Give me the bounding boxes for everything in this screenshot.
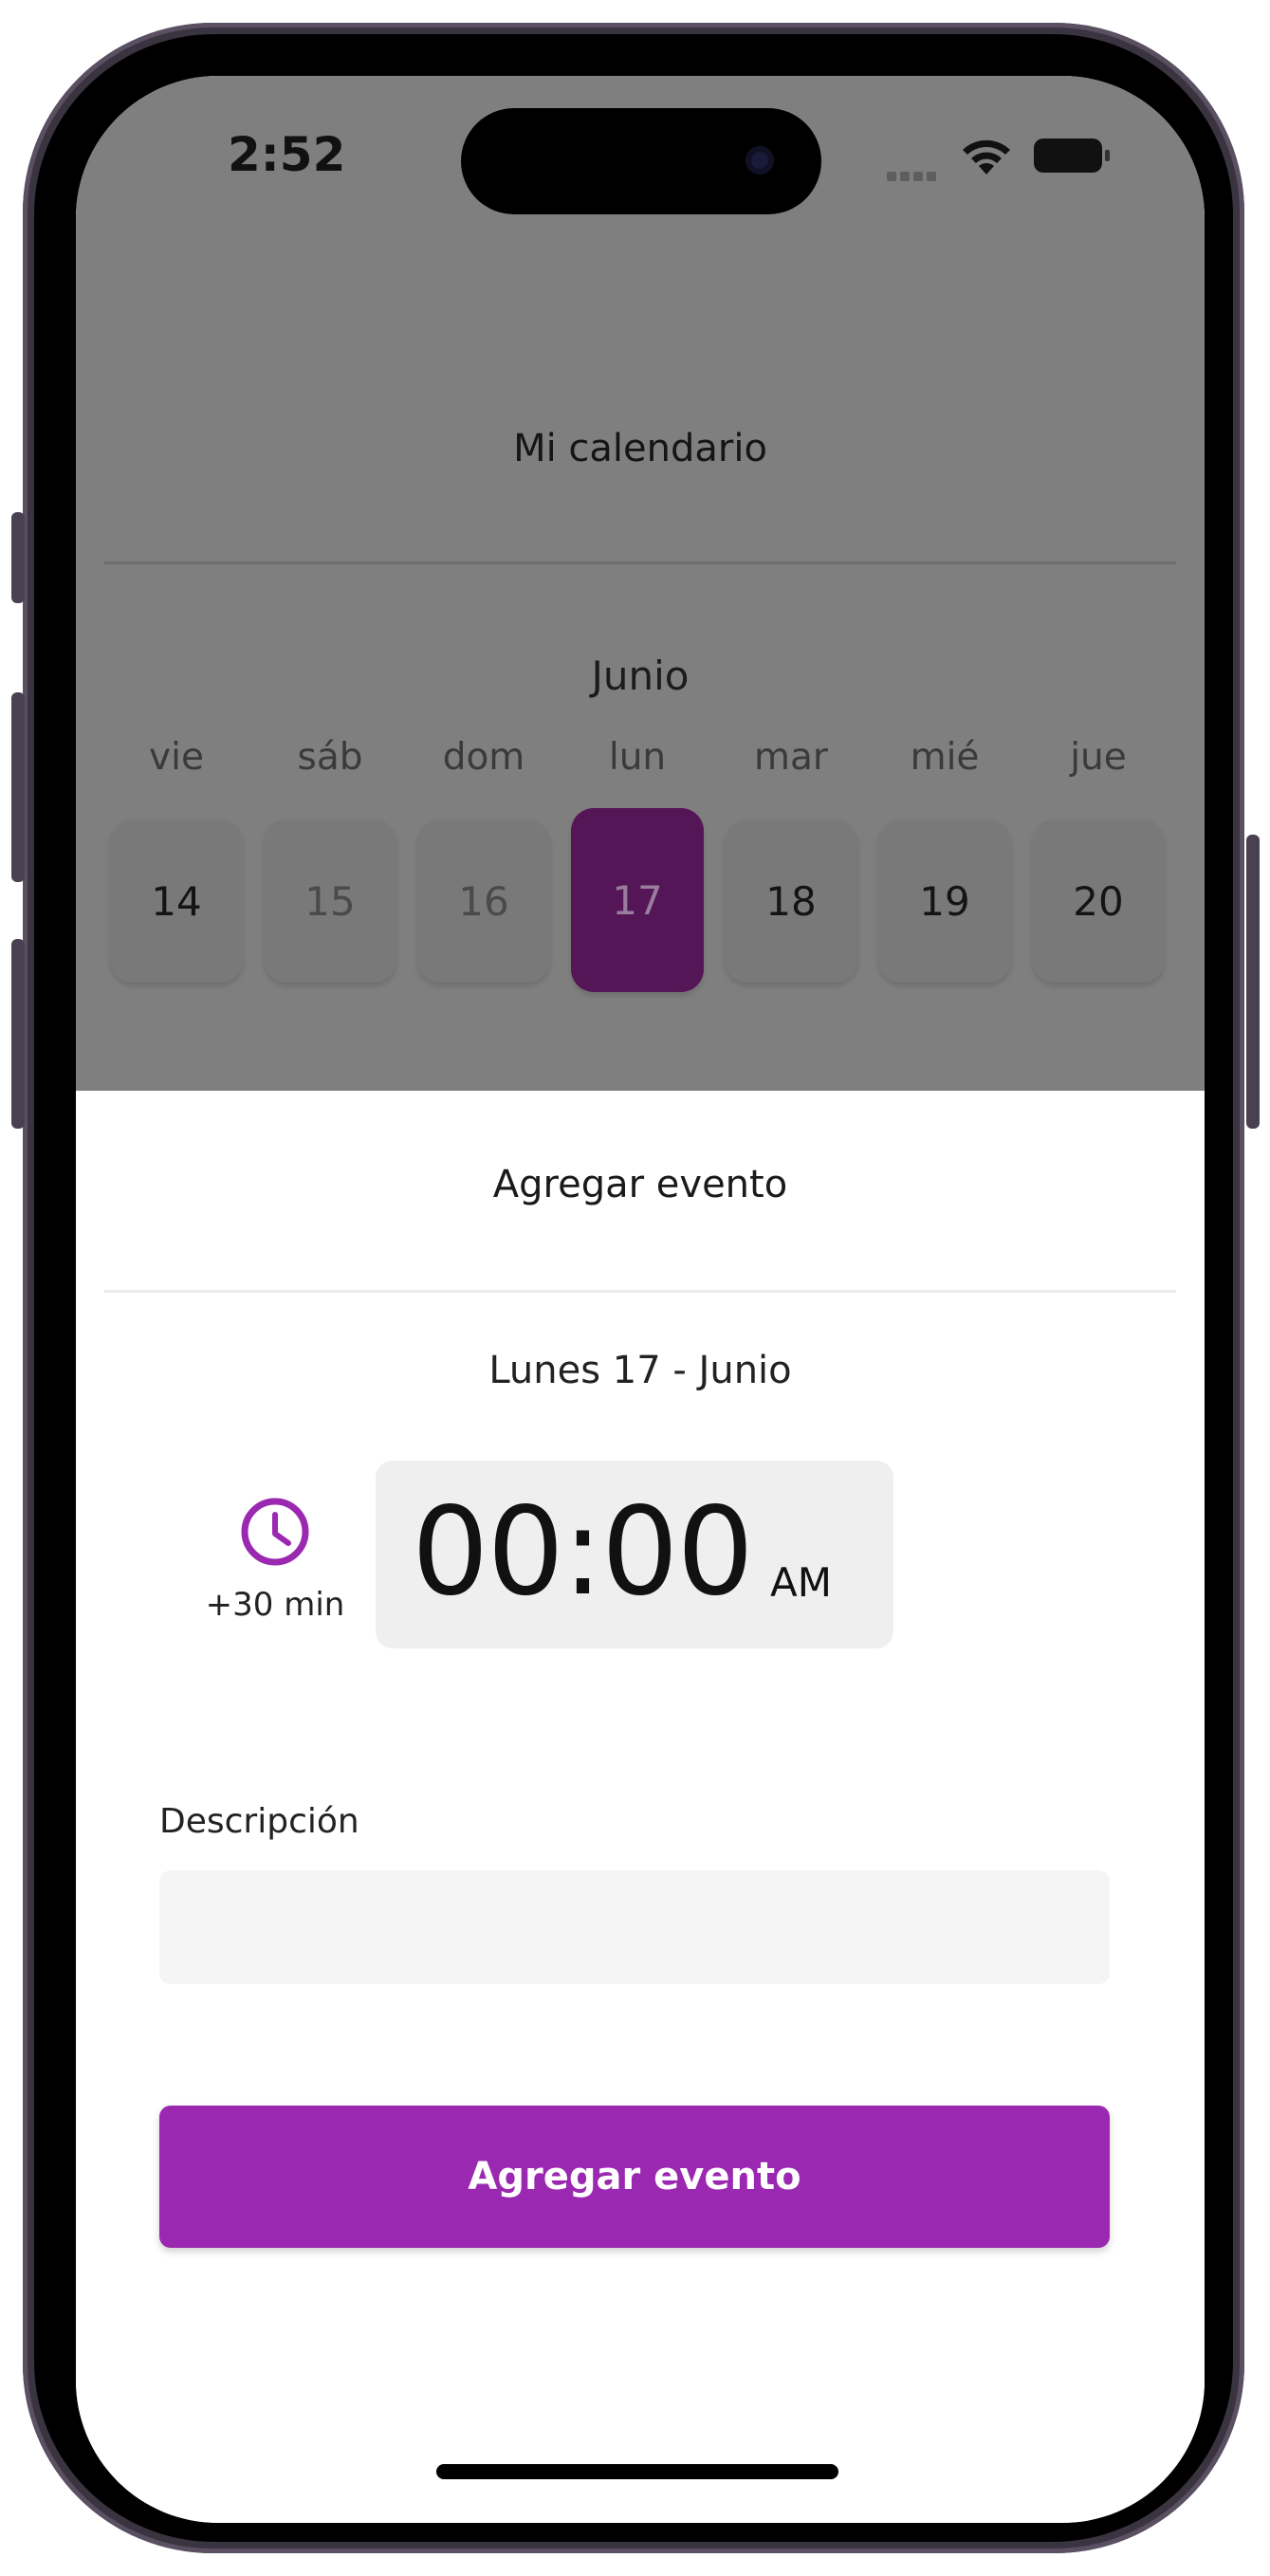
day-row: 14 15 16 17 18 19 20 — [110, 808, 1172, 1003]
weekday-label: jue — [1070, 736, 1127, 779]
description-label: Descripción — [159, 1802, 359, 1841]
cellular-signal-icon — [887, 167, 949, 181]
day-cell-16[interactable]: 16 — [417, 819, 550, 983]
clock-icon[interactable] — [237, 1494, 313, 1570]
description-input[interactable] — [159, 1870, 1110, 1984]
add-event-divider — [104, 1290, 1176, 1293]
screen: 2:52 Mi calendario Junio vie sáb dom lun… — [76, 76, 1205, 2523]
weekday-row: vie sáb dom lun mar mié jue — [110, 736, 1172, 793]
day-cell-17-selected[interactable]: 17 — [571, 808, 704, 992]
weekday-label: mar — [754, 736, 828, 779]
action-button — [11, 512, 25, 603]
volume-up-button — [11, 692, 25, 882]
volume-down-button — [11, 939, 25, 1129]
selected-date-label: Lunes 17 - Junio — [488, 1349, 792, 1392]
weekday-label: dom — [442, 736, 525, 779]
camera-icon — [745, 146, 774, 175]
dynamic-island — [461, 108, 821, 214]
day-cell-15[interactable]: 15 — [264, 819, 396, 983]
battery-icon — [1034, 138, 1110, 173]
day-cell-19[interactable]: 19 — [878, 819, 1011, 983]
wifi-icon — [963, 139, 1010, 175]
time-period: AM — [770, 1559, 832, 1606]
power-button — [1246, 835, 1260, 1129]
calendar-sheet: Mi calendario Junio vie sáb dom lun mar … — [76, 360, 1205, 1091]
add-event-title: Agregar evento — [492, 1163, 788, 1206]
dimmed-background-page[interactable]: 2:52 Mi calendario Junio vie sáb dom lun… — [76, 76, 1205, 1091]
weekday-label: sáb — [297, 736, 363, 779]
status-bar: 2:52 — [76, 76, 1205, 247]
time-value: 00:00 — [412, 1481, 754, 1623]
status-time: 2:52 — [228, 127, 346, 182]
weekday-label: vie — [149, 736, 204, 779]
weekday-label: mié — [910, 736, 980, 779]
time-picker[interactable]: 00:00 AM — [376, 1461, 893, 1648]
day-cell-14[interactable]: 14 — [110, 819, 243, 983]
calendar-divider — [104, 561, 1176, 564]
add-event-button[interactable]: Agregar evento — [159, 2106, 1110, 2248]
month-label: Junio — [591, 653, 690, 699]
duration-label[interactable]: +30 min — [190, 1586, 360, 1624]
add-event-sheet: Agregar evento Lunes 17 - Junio +30 min … — [76, 1091, 1205, 2523]
day-cell-20[interactable]: 20 — [1032, 819, 1165, 983]
weekday-label: lun — [608, 736, 667, 779]
day-cell-18[interactable]: 18 — [725, 819, 857, 983]
calendar-title: Mi calendario — [513, 427, 767, 470]
home-indicator[interactable] — [436, 2464, 838, 2479]
